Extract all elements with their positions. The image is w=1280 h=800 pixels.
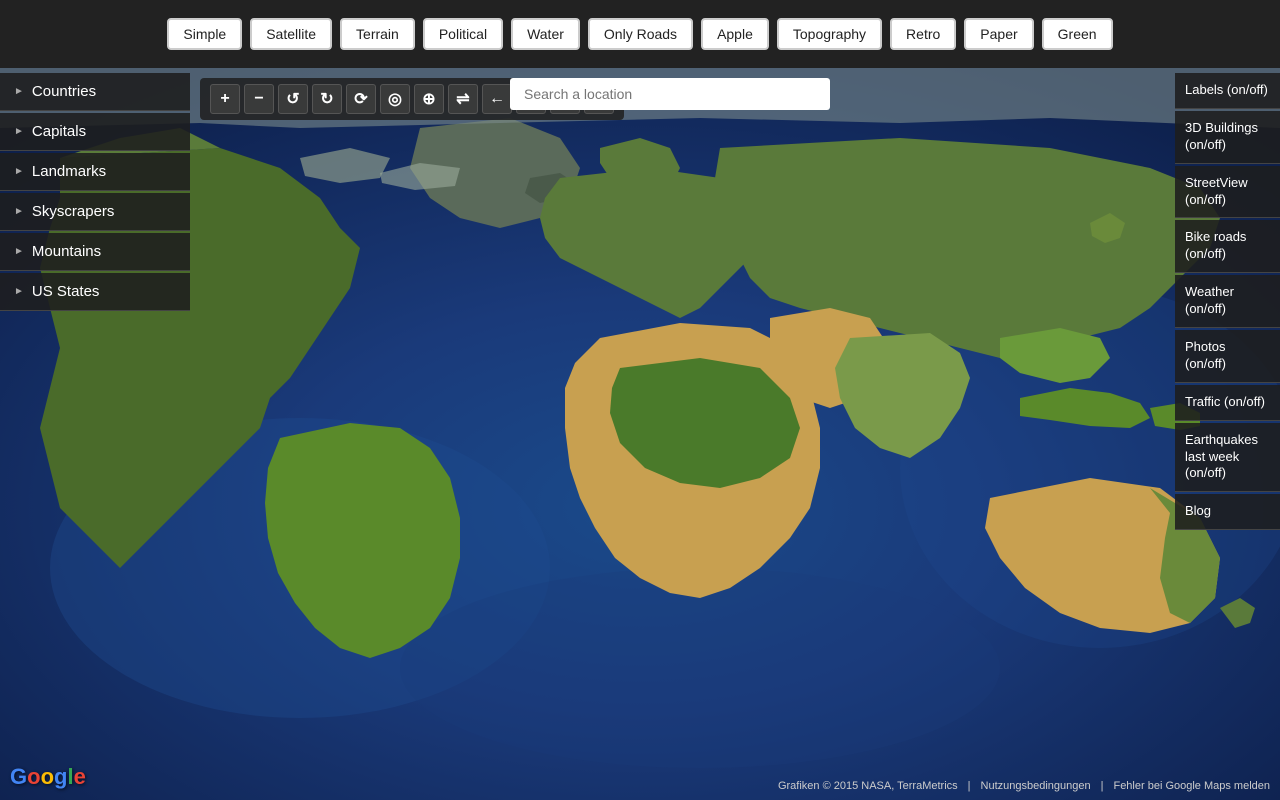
- left-sidebar: ► Countries ► Capitals ► Landmarks ► Skyscraper…: [0, 68, 190, 311]
- style-btn-simple[interactable]: Simple: [167, 18, 242, 50]
- ctrl-refresh[interactable]: ⟳: [346, 84, 376, 114]
- map-area[interactable]: ► Countries ► Capitals ► Landmarks ► Skyscraper…: [0, 68, 1280, 800]
- right-item-photos[interactable]: Photos (on/off): [1175, 330, 1280, 383]
- right-item-bike-roads[interactable]: Bike roads (on/off): [1175, 220, 1280, 273]
- right-item-earthquakes[interactable]: Earthquakes last week (on/off): [1175, 423, 1280, 493]
- sidebar-arrow-capitals: ►: [14, 126, 24, 137]
- style-btn-paper[interactable]: Paper: [964, 18, 1033, 50]
- ctrl-random[interactable]: ⇌: [448, 84, 478, 114]
- sidebar-item-mountains[interactable]: ► Mountains: [0, 233, 190, 271]
- sidebar-arrow-mountains: ►: [14, 246, 24, 257]
- google-logo: Google: [10, 764, 86, 790]
- ctrl-zoom-out[interactable]: −: [244, 84, 274, 114]
- sidebar-label-capitals: Capitals: [32, 123, 86, 140]
- search-input[interactable]: [510, 78, 830, 110]
- top-toolbar: SimpleSatelliteTerrainPoliticalWaterOnly…: [0, 0, 1280, 68]
- right-item-weather[interactable]: Weather (on/off): [1175, 275, 1280, 328]
- sidebar-arrow-skyscrapers: ►: [14, 206, 24, 217]
- ctrl-left[interactable]: ←: [482, 84, 512, 114]
- style-btn-apple[interactable]: Apple: [701, 18, 769, 50]
- terms-link[interactable]: Nutzungsbedingungen: [981, 780, 1091, 792]
- attribution: Grafiken © 2015 NASA, TerraMetrics: [778, 780, 958, 792]
- style-btn-political[interactable]: Political: [423, 18, 503, 50]
- report-link[interactable]: Fehler bei Google Maps melden: [1113, 780, 1270, 792]
- right-item-blog[interactable]: Blog: [1175, 494, 1280, 530]
- search-box: [510, 78, 830, 110]
- right-item-labels[interactable]: Labels (on/off): [1175, 73, 1280, 109]
- sidebar-item-capitals[interactable]: ► Capitals: [0, 113, 190, 151]
- style-btn-only-roads[interactable]: Only Roads: [588, 18, 693, 50]
- sidebar-item-us-states[interactable]: ► US States: [0, 273, 190, 311]
- style-btn-green[interactable]: Green: [1042, 18, 1113, 50]
- sidebar-arrow-us-states: ►: [14, 286, 24, 297]
- sidebar-label-landmarks: Landmarks: [32, 163, 106, 180]
- ctrl-redo[interactable]: ↻: [312, 84, 342, 114]
- ctrl-marker[interactable]: ◎: [380, 84, 410, 114]
- sidebar-label-countries: Countries: [32, 83, 96, 100]
- sidebar-item-skyscrapers[interactable]: ► Skyscrapers: [0, 193, 190, 231]
- right-sidebar: Labels (on/off)3D Buildings (on/off)Stre…: [1175, 68, 1280, 530]
- sidebar-label-us-states: US States: [32, 283, 100, 300]
- style-btn-retro[interactable]: Retro: [890, 18, 956, 50]
- style-btn-water[interactable]: Water: [511, 18, 580, 50]
- sidebar-label-mountains: Mountains: [32, 243, 101, 260]
- style-btn-satellite[interactable]: Satellite: [250, 18, 332, 50]
- ctrl-undo[interactable]: ↺: [278, 84, 308, 114]
- style-btn-terrain[interactable]: Terrain: [340, 18, 415, 50]
- right-item-traffic[interactable]: Traffic (on/off): [1175, 385, 1280, 421]
- footer: Grafiken © 2015 NASA, TerraMetrics | Nut…: [778, 780, 1270, 792]
- right-item-3d-buildings[interactable]: 3D Buildings (on/off): [1175, 111, 1280, 164]
- sidebar-arrow-countries: ►: [14, 86, 24, 97]
- sidebar-arrow-landmarks: ►: [14, 166, 24, 177]
- ctrl-location[interactable]: ⊕: [414, 84, 444, 114]
- separator: |: [968, 780, 971, 792]
- sidebar-item-countries[interactable]: ► Countries: [0, 73, 190, 111]
- right-item-streetview[interactable]: StreetView (on/off): [1175, 166, 1280, 219]
- style-btn-topography[interactable]: Topography: [777, 18, 882, 50]
- ctrl-zoom-in[interactable]: +: [210, 84, 240, 114]
- separator2: |: [1101, 780, 1104, 792]
- sidebar-label-skyscrapers: Skyscrapers: [32, 203, 115, 220]
- sidebar-item-landmarks[interactable]: ► Landmarks: [0, 153, 190, 191]
